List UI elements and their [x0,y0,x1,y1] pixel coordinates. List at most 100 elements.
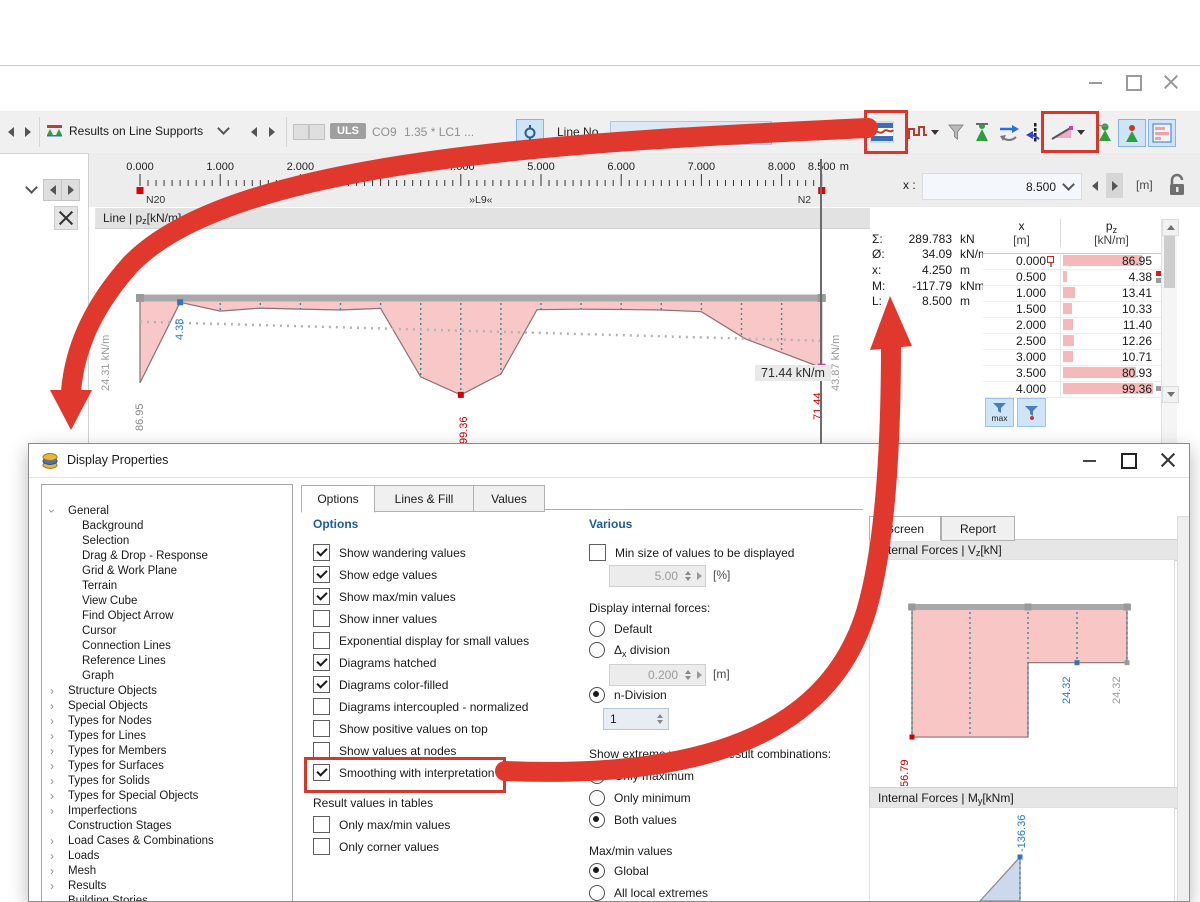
tree-item[interactable]: Construction Stages [42,818,290,833]
filter-results-button[interactable] [943,119,969,145]
radio-button[interactable] [589,768,605,784]
tree-item[interactable]: ›Types for Surfaces [42,758,290,773]
filter-max-button[interactable]: max [985,398,1014,427]
radio-row[interactable]: Only maximum [589,768,694,784]
checkbox-row[interactable]: Show wandering values [313,544,466,561]
preview-tab-screen[interactable]: Screen [869,516,941,541]
radio-row[interactable]: Default [589,621,652,637]
scrollbar-thumb[interactable] [1164,236,1175,288]
spinner-step-icon[interactable] [697,572,702,580]
maximize-button[interactable] [1122,71,1144,93]
tree-item[interactable]: View Cube [42,593,290,608]
tree-item[interactable]: ›Types for Members [42,743,290,758]
checkbox-row[interactable]: Show positive values on top [313,720,488,737]
scroll-down-button[interactable] [1162,386,1179,403]
checkbox-row[interactable]: Show edge values [313,566,437,583]
tree-item[interactable]: ›Structure Objects [42,683,290,698]
checkbox[interactable] [313,654,330,671]
spinner-down-icon[interactable] [685,676,691,680]
tree-item[interactable]: Cursor [42,623,290,638]
spinner-step-icon[interactable] [697,671,702,679]
radio-row[interactable]: Only minimum [589,790,691,806]
chevron-right-icon[interactable]: › [50,701,54,711]
tree-item[interactable]: Grid & Work Plane [42,563,290,578]
tab-options[interactable]: Options [301,485,375,513]
nav-back-button[interactable] [2,122,19,142]
spinner-arrows[interactable] [682,670,696,680]
checkbox[interactable] [313,742,330,759]
chevron-right-icon[interactable]: › [50,776,54,786]
spinner-input[interactable]: 5.00 [609,565,706,587]
table-row[interactable]: 0.5004.38 [983,269,1161,286]
chevron-right-icon[interactable]: › [50,686,54,696]
chevron-right-icon[interactable]: › [50,716,54,726]
radio-button[interactable] [589,863,605,879]
result-panel-toggle-button[interactable] [1148,119,1176,147]
radio-row[interactable]: n-Division [589,687,667,703]
dialog-titlebar[interactable]: Display Properties [29,444,1189,478]
chevron-right-icon[interactable]: › [50,836,54,846]
chevron-right-icon[interactable]: › [50,851,54,861]
radio-row[interactable]: Global [589,863,649,879]
table-row[interactable]: 1.00013.41 [983,285,1161,302]
tree-item[interactable]: Drag & Drop - Response [42,548,290,563]
tree-item[interactable]: Reference Lines [42,653,290,668]
section-divide-button[interactable] [1022,119,1048,145]
tree-item[interactable]: ›Load Cases & Combinations [42,833,290,848]
nav-forward-button[interactable] [19,122,36,142]
radio-button[interactable] [589,812,605,828]
radio-button[interactable] [589,642,605,658]
radio-row[interactable]: All local extremes [589,885,708,901]
results-type-combobox[interactable]: Results on Line Supports [46,123,228,138]
checkbox-row[interactable]: Show values at nodes [313,742,456,759]
tree-item[interactable]: ›Imperfections [42,803,290,818]
unlock-icon[interactable] [1166,172,1188,198]
checkbox[interactable] [313,610,330,627]
tree-item[interactable]: ›Types for Nodes [42,713,290,728]
table-row[interactable]: 1.50010.33 [983,301,1161,318]
dialog-scrollbar[interactable] [1177,516,1190,902]
table-row[interactable]: 2.50012.26 [983,333,1161,350]
tree-item[interactable]: Find Object Arrow [42,608,290,623]
checkbox-row[interactable]: Diagrams hatched [313,654,436,671]
checkbox-row[interactable]: Show inner values [313,610,437,627]
tree-item[interactable]: ›General [42,503,290,518]
table-row[interactable]: 3.50080.93 [983,365,1161,382]
minimize-button[interactable] [1085,71,1107,93]
visibility-person-button[interactable] [969,119,995,145]
apply-button[interactable] [778,124,794,140]
checkbox[interactable] [313,544,330,561]
spinner-arrows[interactable] [654,714,668,724]
visibility-toggle-button[interactable] [1118,119,1146,147]
sidebar-prev-button[interactable] [43,179,62,201]
result-prev-button[interactable] [245,122,262,142]
radio-button[interactable] [589,687,605,703]
cursor-line[interactable] [820,159,822,444]
chevron-right-icon[interactable]: › [50,866,54,876]
chevron-right-icon[interactable]: › [50,746,54,756]
search-icon[interactable] [800,121,822,143]
tree-item[interactable]: ›Types for Solids [42,773,290,788]
checkbox-row[interactable]: Min size of values to be displayed [589,544,794,561]
radio-button[interactable] [589,790,605,806]
dialog-maximize-button[interactable] [1117,449,1139,471]
spinner-up-icon[interactable] [657,714,663,718]
checkbox[interactable] [313,632,330,649]
tree-item[interactable]: ›Loads [42,848,290,863]
sync-views-button[interactable] [996,119,1022,145]
tree-item[interactable]: ›Results [42,878,290,893]
filter-custom-button[interactable] [1017,398,1046,427]
tree-item[interactable]: Background [42,518,290,533]
scroll-up-button[interactable] [1162,219,1179,236]
panel-close-button[interactable] [54,206,78,230]
checkbox-row[interactable]: Only corner values [313,838,439,855]
table-row[interactable]: 3.00010.71 [983,349,1161,366]
tree-item[interactable]: ›Types for Lines [42,728,290,743]
tree-item[interactable]: Building Stories [42,893,290,902]
spinner-up-icon[interactable] [685,670,691,674]
line-no-input[interactable] [610,121,772,145]
preview-tab-report[interactable]: Report [941,516,1015,541]
checkbox[interactable] [589,544,606,561]
result-diagram-display-button[interactable] [869,119,895,145]
table-row[interactable]: 2.00011.40 [983,317,1161,334]
